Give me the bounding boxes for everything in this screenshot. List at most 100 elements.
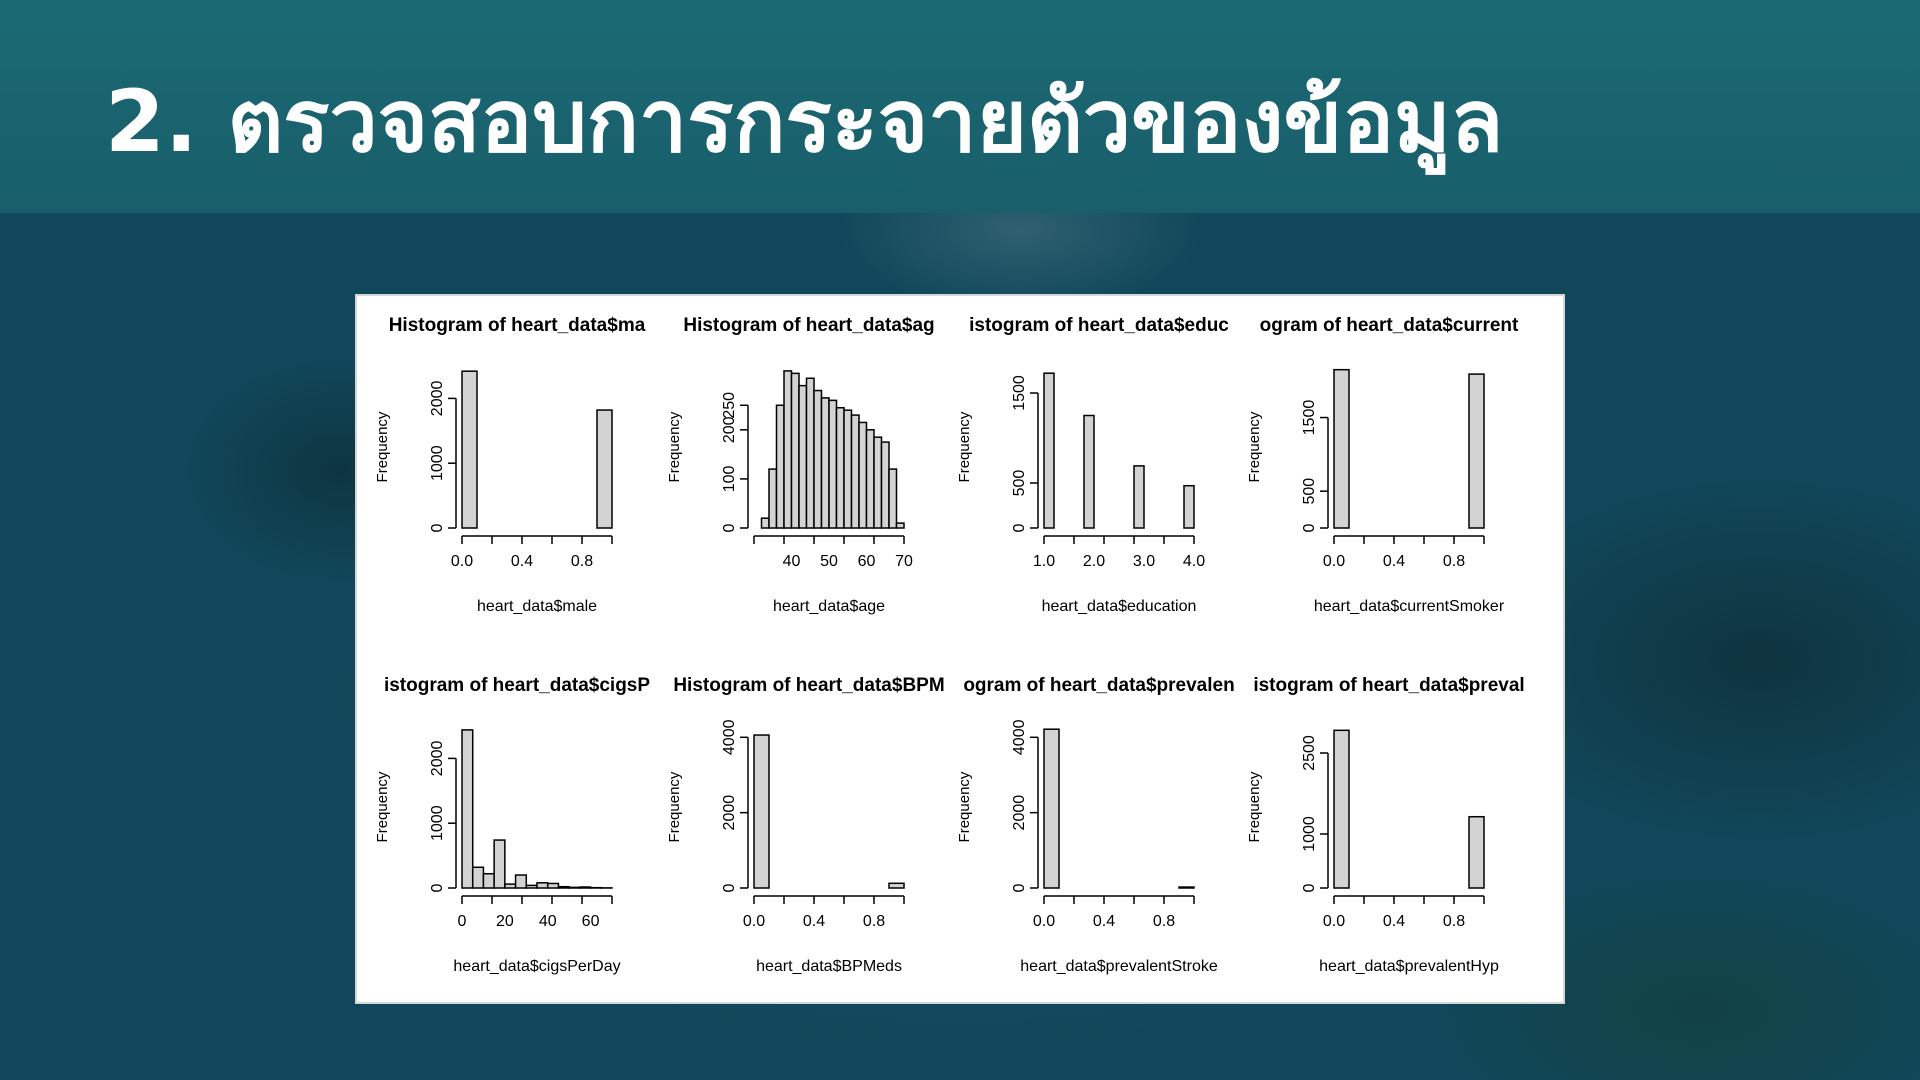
histogram-bar [471, 866, 485, 889]
y-tick-label: 100 [721, 465, 738, 492]
x-tick-label: 60 [858, 553, 876, 570]
histogram-grid: Histogram of heart_data$ma0100020000.0 0.… [374, 315, 1525, 975]
histogram-bar [525, 884, 538, 889]
histogram-bar [873, 436, 883, 529]
histogram-bar [1133, 465, 1145, 529]
x-axis-label: heart_data$cigsPerDay [453, 958, 620, 975]
histogram-bar [813, 389, 823, 529]
x-tick-label: 1.0 [1033, 553, 1055, 570]
y-tick-label: 1000 [429, 805, 446, 841]
histogram-bar [1333, 729, 1350, 889]
y-tick-label: 2000 [429, 741, 446, 777]
histogram-bar [504, 883, 517, 889]
y-tick-label: 0 [1011, 523, 1028, 532]
y-tick-label: 0 [429, 883, 446, 892]
histogram-bar [828, 399, 838, 529]
histogram-bar [888, 468, 898, 529]
x-tick-label: 0.8 [571, 553, 593, 570]
x-tick-label: 0.0 [1323, 553, 1345, 570]
y-tick-label: 4000 [1011, 719, 1028, 755]
histogram-bar [843, 409, 853, 529]
histogram-bar [880, 441, 890, 529]
x-axis-label: heart_data$BPMeds [756, 958, 902, 975]
y-tick-label: 0 [721, 523, 738, 532]
histogram-bar [1333, 368, 1350, 529]
histogram-bar [1183, 484, 1195, 529]
histogram-bar [1468, 373, 1485, 529]
y-tick-label: 0 [1301, 523, 1318, 532]
x-tick-label: 0.4 [1093, 913, 1115, 930]
y-tick-label: 250 [721, 392, 738, 419]
histogram-bar [753, 734, 770, 889]
histogram-bar [820, 397, 830, 529]
y-tick-label: 1000 [429, 445, 446, 481]
panel-title: istogram of heart_data$educ [969, 315, 1229, 336]
x-tick-label: 4.0 [1183, 553, 1205, 570]
y-tick-label: 0 [721, 883, 738, 892]
slide-title: 2. ตรวจสอบการกระจายตัวของข้อมูล [105, 72, 1504, 172]
y-tick-label: 2500 [1301, 735, 1318, 771]
x-tick-label: 0.4 [1383, 553, 1405, 570]
y-tick-label: 2000 [721, 795, 738, 831]
histogram-bar [1083, 414, 1095, 529]
y-axis-label: Frequency [956, 411, 973, 482]
x-tick-label: 0 [458, 913, 467, 930]
x-tick-label: 0.4 [1383, 913, 1405, 930]
x-axis-label: heart_data$currentSmoker [1314, 598, 1505, 615]
y-tick-label: 500 [1301, 478, 1318, 505]
histogram-bar [579, 886, 592, 889]
x-axis-label: heart_data$age [773, 598, 885, 615]
panel-title: istogram of heart_data$cigsP [384, 675, 650, 696]
x-tick-label: 0.8 [1443, 553, 1465, 570]
x-axis-label: heart_data$prevalentHyp [1319, 958, 1499, 975]
histogram-bar [514, 874, 528, 889]
y-tick-label: 1000 [1301, 816, 1318, 852]
x-tick-label: 0.8 [863, 913, 885, 930]
x-tick-label: 0.4 [511, 553, 533, 570]
y-axis-label: Frequency [374, 771, 391, 842]
histogram-bar [895, 522, 905, 529]
panel-title: Histogram of heart_data$ag [683, 315, 934, 336]
x-tick-label: 50 [820, 553, 838, 570]
y-tick-label: 0 [1301, 883, 1318, 892]
histogram-bar [768, 468, 778, 529]
panel-title: istogram of heart_data$preval [1253, 675, 1524, 696]
x-tick-label: 3.0 [1133, 553, 1155, 570]
y-axis-label: Frequency [956, 771, 973, 842]
panel-title: ogram of heart_data$current [1260, 315, 1519, 336]
histogram-bar [783, 370, 793, 529]
y-axis-label: Frequency [1246, 411, 1263, 482]
y-axis-label: Frequency [1246, 771, 1263, 842]
y-tick-label: 2000 [1011, 795, 1028, 831]
histogram-bar [536, 882, 549, 889]
x-tick-label: 2.0 [1083, 553, 1105, 570]
histogram-bar [760, 517, 770, 529]
x-tick-label: 0.0 [1033, 913, 1055, 930]
x-tick-label: 40 [783, 553, 801, 570]
histogram-bar [557, 885, 570, 889]
x-axis-label: heart_data$male [477, 598, 597, 615]
histogram-bar [805, 377, 815, 529]
y-axis-label: Frequency [666, 771, 683, 842]
histogram-bar [1043, 372, 1055, 529]
y-axis-label: Frequency [374, 411, 391, 482]
histogram-bar [850, 414, 860, 529]
histogram-bar [1468, 815, 1485, 889]
histogram-bar [775, 404, 785, 529]
histogram-bar [1043, 728, 1060, 889]
histogram-bar [1178, 886, 1195, 889]
histogram-bar [546, 882, 560, 889]
histogram-bar [461, 370, 478, 529]
x-tick-label: 0.8 [1153, 913, 1175, 930]
histogram-bar [482, 872, 495, 889]
histogram-figure: Histogram of heart_data$ma 0 1000 2000 0.0 0.… [355, 294, 1565, 1004]
y-axis-label: Frequency [666, 411, 683, 482]
x-axis-label: heart_data$education [1042, 598, 1197, 615]
histogram-bar [888, 882, 905, 889]
y-tick-label: 1500 [1301, 400, 1318, 436]
x-tick-label: 0.0 [743, 913, 765, 930]
histogram-bar [596, 409, 613, 529]
y-tick-label: 0 [429, 523, 446, 532]
panel-title: Histogram of heart_data$BPM [673, 675, 944, 696]
x-tick-label: 70 [895, 553, 913, 570]
